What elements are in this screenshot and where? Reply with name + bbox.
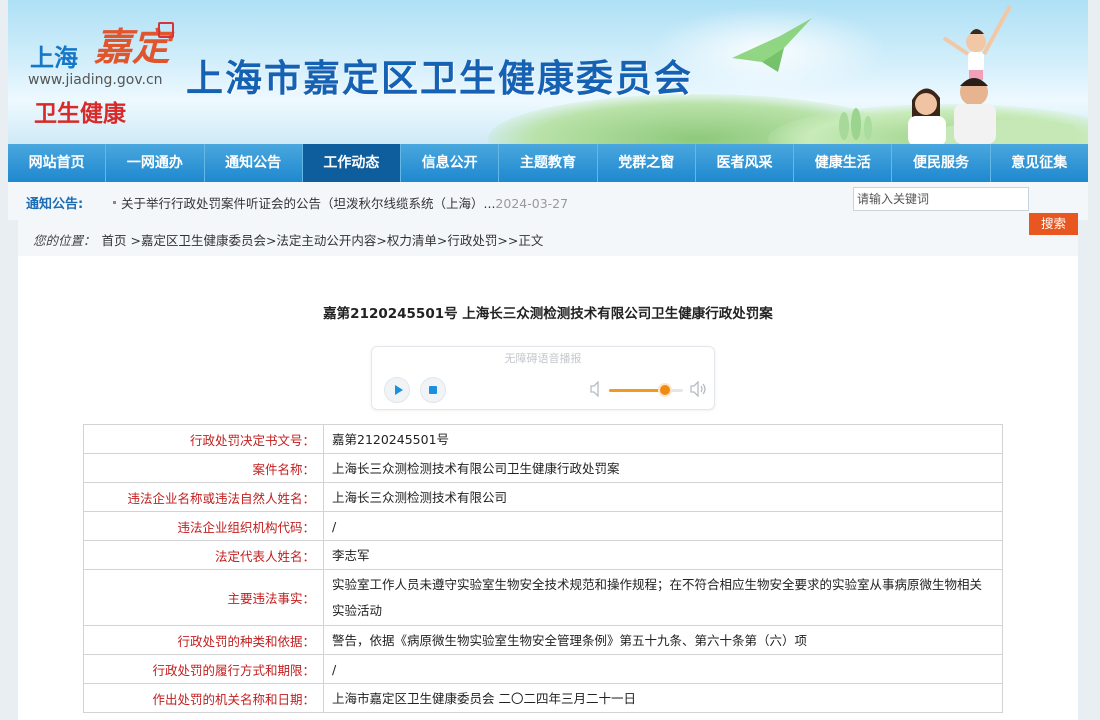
row-key: 违法企业名称或违法自然人姓名：: [83, 482, 324, 512]
breadcrumb-label: 您的位置：: [33, 233, 96, 248]
notice-date: 2024-03-27: [495, 196, 569, 211]
table-row: 案件名称： 上海长三众测检测技术有限公司卫生健康行政处罚案: [83, 453, 1003, 483]
volume-slider-knob[interactable]: [659, 385, 670, 395]
site-title: 上海市嘉定区卫生健康委员会: [186, 57, 693, 100]
article-title: 嘉第2120245501号 上海长三众测检测技术有限公司卫生健康行政处罚案: [323, 306, 773, 322]
stop-button[interactable]: [420, 377, 446, 403]
row-key: 主要违法事实：: [83, 569, 324, 626]
search-input[interactable]: [853, 187, 1029, 211]
row-key: 作出处罚的机关名称和日期：: [83, 683, 324, 713]
volume-slider[interactable]: [609, 385, 683, 395]
notice-link[interactable]: 关于举行行政处罚案件听证会的公告（坦泼秋尔线缆系统（上海）...2024-03-…: [121, 193, 568, 212]
breadcrumb: 您的位置： 首页 >嘉定区卫生健康委员会>法定主动公开内容>权力清单>行政处罚>>…: [18, 220, 1078, 256]
header-banner: 上海 嘉定 www.jiading.gov.cn 卫生健康 上海市嘉定区卫生健康…: [8, 0, 1088, 144]
row-value: /: [323, 511, 1003, 541]
family-illustration: [839, 5, 1074, 144]
nav-item-info-disclosure[interactable]: 信息公开: [401, 144, 500, 182]
logo-url: www.jiading.gov.cn: [28, 72, 163, 88]
row-value: 嘉第2120245501号: [323, 424, 1003, 454]
volume-high-icon: [690, 381, 706, 397]
row-key: 违法企业组织机构代码：: [83, 511, 324, 541]
row-key: 行政处罚决定书文号：: [83, 424, 324, 454]
nav-item-work-news[interactable]: 工作动态: [302, 144, 402, 182]
table-row: 行政处罚的履行方式和期限： /: [83, 654, 1003, 684]
nav-item-feedback[interactable]: 意见征集: [991, 144, 1088, 182]
row-key: 行政处罚的种类和依据：: [83, 625, 324, 655]
table-row: 行政处罚决定书文号： 嘉第2120245501号: [83, 424, 1003, 454]
nav-item-doctors[interactable]: 医者风采: [696, 144, 795, 182]
table-row: 作出处罚的机关名称和日期： 上海市嘉定区卫生健康委员会 二〇二四年三月二十一日: [83, 683, 1003, 713]
player-title: 无障碍语音播报: [504, 352, 582, 365]
row-value: 上海长三众测检测技术有限公司卫生健康行政处罚案: [323, 453, 1003, 483]
page: 上海 嘉定 www.jiading.gov.cn 卫生健康 上海市嘉定区卫生健康…: [8, 0, 1088, 720]
row-value: /: [323, 654, 1003, 684]
table-row: 违法企业名称或违法自然人姓名： 上海长三众测检测技术有限公司: [83, 482, 1003, 512]
row-key: 行政处罚的履行方式和期限：: [83, 654, 324, 684]
logo-seal-icon: [158, 22, 174, 38]
nav-item-one-net[interactable]: 一网通办: [106, 144, 205, 182]
row-value: 上海市嘉定区卫生健康委员会 二〇二四年三月二十一日: [323, 683, 1003, 713]
row-value: 实验室工作人员未遵守实验室生物安全技术规范和操作规程；在不符合相应生物安全要求的…: [323, 569, 1003, 626]
notice-label: 通知公告:: [26, 197, 84, 212]
table-row: 法定代表人姓名： 李志军: [83, 540, 1003, 570]
article-content: 嘉第2120245501号 上海长三众测检测技术有限公司卫生健康行政处罚案 无障…: [18, 256, 1078, 720]
row-value: 上海长三众测检测技术有限公司: [323, 482, 1003, 512]
play-button[interactable]: [384, 377, 410, 403]
table-row: 主要违法事实： 实验室工作人员未遵守实验室生物安全技术规范和操作规程；在不符合相…: [83, 569, 1003, 626]
logo-health-text: 卫生健康: [34, 101, 126, 127]
audio-player: 无障碍语音播报: [371, 346, 715, 410]
row-key: 案件名称：: [83, 453, 324, 483]
nav-item-home[interactable]: 网站首页: [8, 144, 107, 182]
nav-item-healthy-life[interactable]: 健康生活: [794, 144, 893, 182]
nav-item-theme-education[interactable]: 主题教育: [499, 144, 598, 182]
nav-item-notices[interactable]: 通知公告: [205, 144, 303, 182]
row-value: 李志军: [323, 540, 1003, 570]
nav-item-services[interactable]: 便民服务: [892, 144, 991, 182]
volume-slider-fill: [609, 389, 665, 392]
bullet-icon: [113, 201, 116, 204]
main-nav: 网站首页 一网通办 通知公告 工作动态 信息公开 主题教育 党群之窗 医者风采 …: [8, 144, 1088, 182]
table-row: 行政处罚的种类和依据： 警告，依据《病原微生物实验室生物安全管理条例》第五十九条…: [83, 625, 1003, 655]
paper-crane-icon: [732, 18, 812, 72]
search-button-label: 搜索: [1040, 216, 1066, 231]
volume-low-icon: [590, 381, 599, 397]
table-row: 违法企业组织机构代码： /: [83, 511, 1003, 541]
logo-city-text: 上海: [30, 44, 78, 72]
notice-title[interactable]: 关于举行行政处罚案件听证会的公告（坦泼秋尔线缆系统（上海）...: [121, 196, 495, 211]
search-button[interactable]: 搜索: [1029, 213, 1078, 235]
breadcrumb-path[interactable]: 首页 >嘉定区卫生健康委员会>法定主动公开内容>权力清单>行政处罚>>正文: [102, 233, 544, 248]
notice-bar: 通知公告: 关于举行行政处罚案件听证会的公告（坦泼秋尔线缆系统（上海）...20…: [8, 182, 1088, 220]
penalty-info-table: 行政处罚决定书文号： 嘉第2120245501号 案件名称： 上海长三众测检测技…: [83, 424, 1003, 713]
row-value: 警告，依据《病原微生物实验室生物安全管理条例》第五十九条、第六十条第（六）项: [323, 625, 1003, 655]
nav-item-party-window[interactable]: 党群之窗: [598, 144, 696, 182]
row-key: 法定代表人姓名：: [83, 540, 324, 570]
